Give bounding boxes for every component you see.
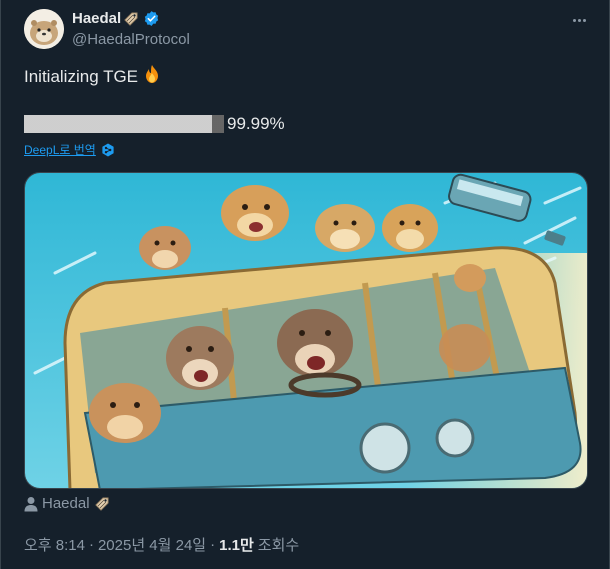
tweet-time[interactable]: 오후 8:14 — [24, 534, 85, 555]
verified-badge-icon — [143, 10, 160, 27]
handle[interactable]: @HaedalProtocol — [72, 31, 190, 48]
avatar[interactable] — [24, 9, 64, 49]
tag-icon — [94, 496, 110, 512]
person-icon — [24, 496, 38, 512]
meta-separator: · — [210, 536, 216, 553]
tweet-date[interactable]: 2025년 4월 24일 — [98, 534, 206, 555]
tag-icon — [123, 11, 139, 27]
progress-fill — [24, 115, 212, 133]
deepl-icon — [101, 143, 115, 157]
views-label: 조회수 — [257, 537, 300, 554]
fire-icon — [142, 64, 162, 90]
tweet-text-body: Initializing TGE — [24, 67, 139, 86]
meta-separator: · — [88, 536, 94, 553]
name-row: Haedal — [72, 10, 160, 27]
progress-bar — [24, 115, 212, 133]
tweet-meta: 오후 8:14 · 2025년 4월 24일 · 1.1만 조회수 — [24, 534, 299, 555]
display-name[interactable]: Haedal — [72, 10, 121, 27]
views-count: 1.1만 — [219, 537, 254, 554]
translate-label[interactable]: DeepL로 번역 — [24, 141, 96, 158]
progress-label: 99.99% — [227, 114, 285, 133]
progress-bar-end — [212, 115, 224, 133]
tweet-media-image[interactable] — [24, 172, 588, 489]
timeline-border-left — [0, 0, 1, 569]
tweet-header: Haedal @HaedalProtocol — [24, 9, 594, 51]
more-icon[interactable] — [568, 11, 590, 29]
media-attribution: Haedal — [24, 495, 110, 512]
media-attribution-name[interactable]: Haedal — [42, 495, 90, 512]
translate-link[interactable]: DeepL로 번역 — [24, 141, 115, 158]
tweet-text: Initializing TGE — [24, 64, 162, 90]
progress-row: 99.99% — [24, 114, 285, 134]
